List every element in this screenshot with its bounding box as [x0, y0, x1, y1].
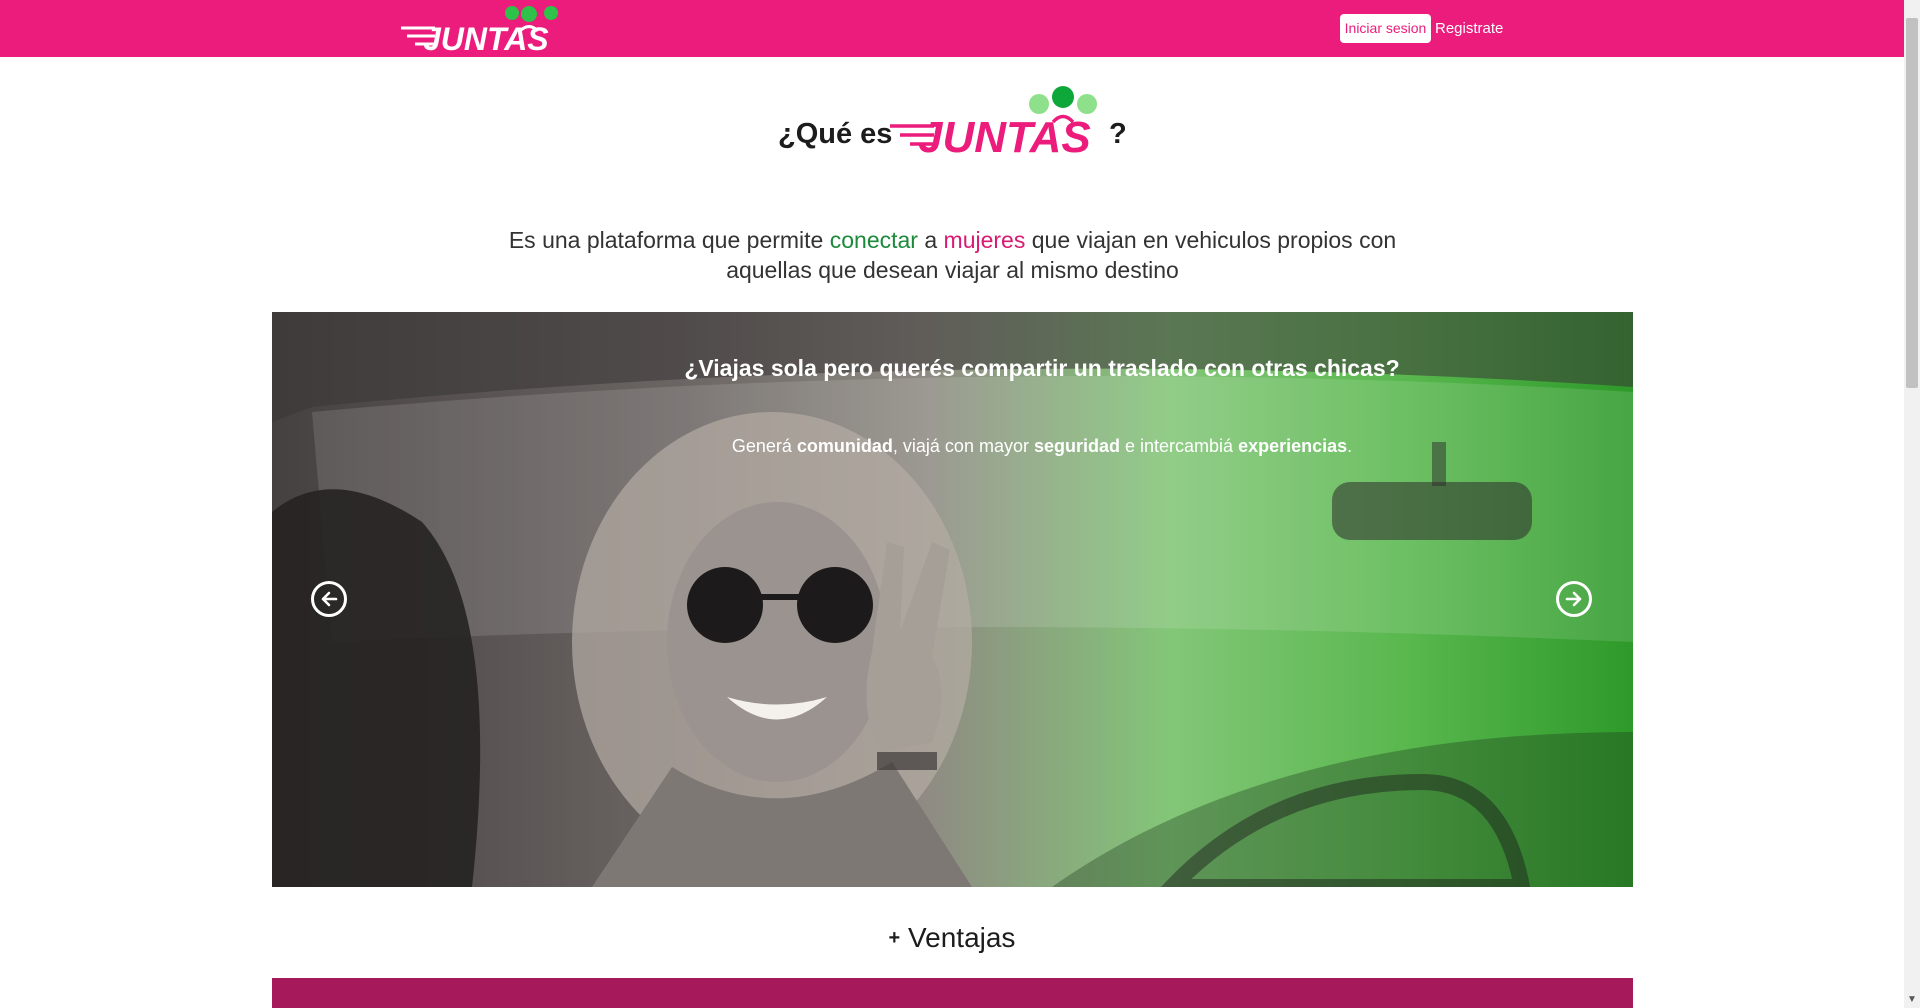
ventajas-section-band — [272, 978, 1633, 1008]
svg-text:JUNTAS: JUNTAS — [423, 21, 549, 57]
intro-highlight-conectar: conectar — [829, 227, 918, 253]
arrow-right-circle-icon — [1565, 591, 1582, 607]
woman-in-car-photo — [272, 312, 1633, 887]
juntas-heading-logo: JUNTAS — [890, 86, 1097, 162]
arrow-left-circle-icon — [321, 591, 338, 607]
scrollbar-thumb[interactable] — [1906, 18, 1918, 388]
intro-text: Es una plataforma que permite conectar a… — [508, 227, 1397, 283]
heading-suffix: ? — [1109, 118, 1127, 150]
carousel-next-button[interactable] — [1556, 581, 1592, 617]
ventajas-heading: + Ventajas — [0, 922, 1904, 954]
ventajas-plus: + — [888, 927, 901, 949]
login-button[interactable]: Iniciar sesion — [1340, 14, 1431, 43]
heading-prefix: ¿Qué es — [778, 118, 893, 150]
carousel-prev-button[interactable] — [311, 581, 347, 617]
ventajas-label: Ventajas — [908, 922, 1016, 953]
register-link[interactable]: Registrate — [1435, 14, 1503, 43]
page-scrollbar[interactable]: ▼ — [1904, 0, 1920, 1008]
carousel-subtitle: Generá comunidad, viajá con mayor seguri… — [731, 436, 1353, 456]
intro-highlight-mujeres: mujeres — [943, 227, 1026, 253]
svg-text:JUNTAS: JUNTAS — [918, 113, 1091, 162]
carousel-title: ¿Viajas sola pero querés compartir un tr… — [684, 355, 1400, 381]
top-navbar: JUNTAS Iniciar sesion Registrate — [0, 0, 1904, 57]
hero-carousel: ¿Viajas sola pero querés compartir un tr… — [272, 312, 1633, 887]
juntas-logo[interactable]: JUNTAS — [401, 0, 566, 57]
scroll-down-arrow-icon[interactable]: ▼ — [1904, 992, 1920, 1008]
